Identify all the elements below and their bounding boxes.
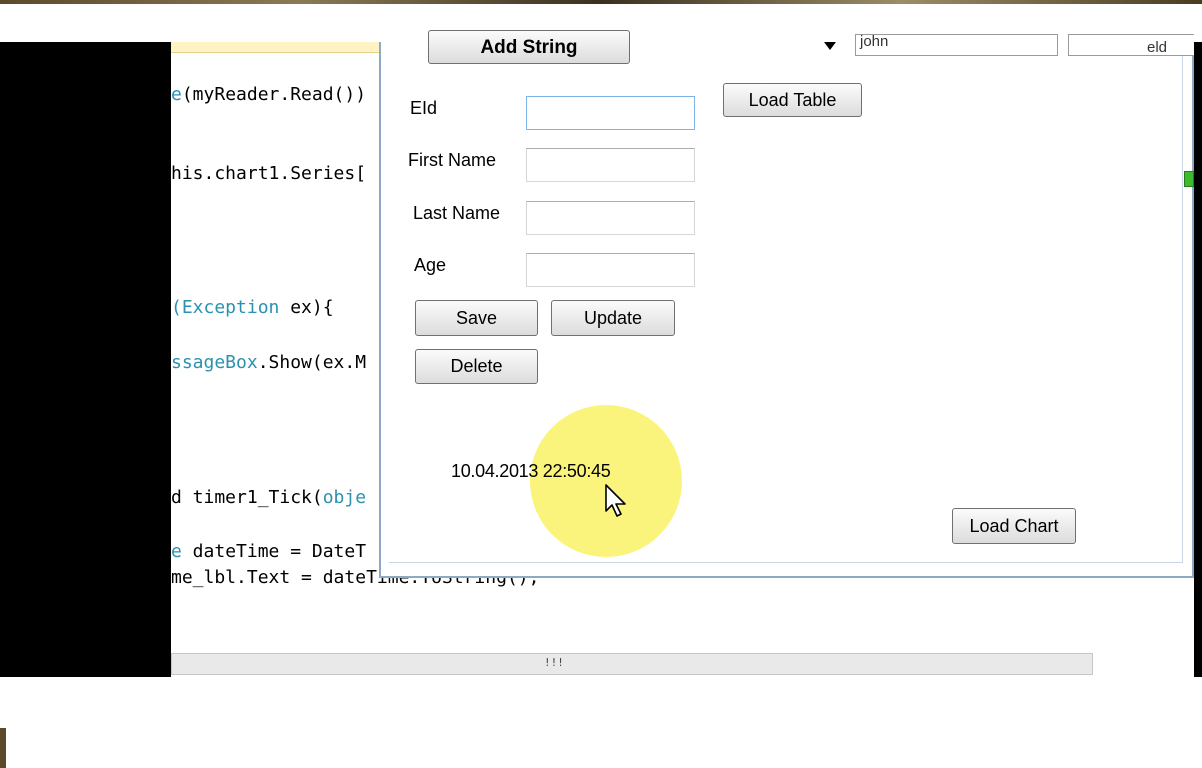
eid-input[interactable] [526, 96, 695, 130]
combobox-value: john [860, 34, 889, 50]
load-table-button[interactable]: Load Table [723, 83, 862, 117]
first-name-label: First Name [408, 150, 497, 170]
save-button[interactable]: Save [415, 300, 538, 336]
code-line: e(myReader.Read()) [171, 84, 367, 105]
age-input[interactable] [526, 253, 695, 287]
mouse-pointer-icon [605, 484, 626, 517]
bottom-letterbox [0, 677, 1202, 768]
scrollbar-grip[interactable]: !!! [544, 656, 564, 669]
chevron-down-icon[interactable] [824, 42, 836, 50]
left-black-region [0, 42, 171, 677]
code-line: his.chart1.Series[ [171, 163, 367, 184]
eid-search-value: eld [1147, 39, 1168, 56]
name-combobox[interactable]: john [855, 34, 1058, 56]
age-label: Age [414, 255, 447, 275]
last-name-input[interactable] [526, 201, 695, 235]
last-name-label: Last Name [413, 203, 501, 223]
add-string-button[interactable]: Add String [428, 30, 630, 64]
code-line: ssageBox.Show(ex.M [171, 352, 367, 373]
code-line: e dateTime = DateT [171, 541, 367, 562]
code-line: d timer1_Tick(obje [171, 487, 367, 508]
code-line: (Exception ex){ [171, 297, 334, 318]
datetime-label: 10.04.2013 22:50:45 [451, 461, 611, 481]
chart-resize-handle[interactable] [1184, 171, 1194, 187]
horizontal-scrollbar[interactable]: !!! [171, 653, 1093, 675]
right-black-edge [1194, 42, 1202, 677]
delete-button[interactable]: Delete [415, 349, 538, 384]
desktop-corner [0, 728, 6, 768]
update-button[interactable]: Update [551, 300, 675, 336]
editor-tab-strip [171, 42, 381, 53]
load-chart-button[interactable]: Load Chart [952, 508, 1076, 544]
first-name-input[interactable] [526, 148, 695, 182]
eid-search-field[interactable]: eld [1068, 34, 1194, 56]
eid-label: EId [410, 98, 438, 118]
